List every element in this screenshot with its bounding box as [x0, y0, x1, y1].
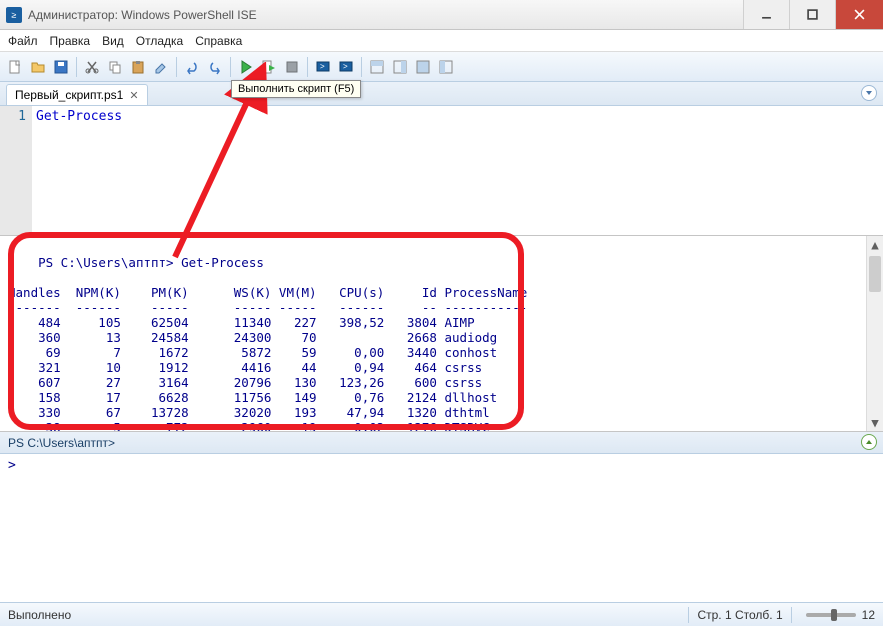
tab-label: Первый_скрипт.ps1	[15, 88, 123, 102]
show-command-addon-button[interactable]	[435, 56, 457, 78]
prompt-header: PS C:\Users\аптпт>	[0, 432, 883, 454]
show-script-pane-top-button[interactable]	[366, 56, 388, 78]
output-pane[interactable]: PS C:\Users\аптпт> Get-Process Handles N…	[0, 236, 883, 432]
line-gutter: 1	[0, 106, 32, 235]
zoom-value: 12	[862, 608, 875, 622]
menu-view[interactable]: Вид	[102, 34, 124, 48]
menu-debug[interactable]: Отладка	[136, 34, 183, 48]
script-tab[interactable]: Первый_скрипт.ps1 ✕	[6, 84, 148, 105]
redo-button[interactable]	[204, 56, 226, 78]
svg-text:>: >	[320, 62, 325, 71]
run-script-button[interactable]: Выполнить скрипт (F5)	[235, 56, 257, 78]
paste-button[interactable]	[127, 56, 149, 78]
scroll-thumb[interactable]	[869, 256, 881, 292]
run-selection-button[interactable]	[258, 56, 280, 78]
save-button[interactable]	[50, 56, 72, 78]
script-editor[interactable]: 1 Get-Process	[0, 106, 883, 236]
code-area[interactable]: Get-Process	[32, 106, 883, 235]
window-maximize-button[interactable]	[789, 0, 835, 29]
show-script-pane-max-button[interactable]	[412, 56, 434, 78]
status-state: Выполнено	[8, 608, 680, 622]
zoom-slider[interactable]	[806, 613, 856, 617]
status-bar: Выполнено Стр. 1 Столб. 1 12	[0, 602, 883, 626]
new-remote-tab-button[interactable]: >	[312, 56, 334, 78]
copy-button[interactable]	[104, 56, 126, 78]
stop-button[interactable]	[281, 56, 303, 78]
scroll-down-arrow[interactable]: ▼	[867, 414, 883, 431]
window-titlebar: ≥ Администратор: Windows PowerShell ISE	[0, 0, 883, 30]
clear-output-button[interactable]	[150, 56, 172, 78]
scroll-up-arrow[interactable]: ▲	[867, 236, 883, 253]
undo-button[interactable]	[181, 56, 203, 78]
console-input[interactable]: >	[0, 454, 883, 592]
window-close-button[interactable]	[835, 0, 883, 29]
run-tooltip: Выполнить скрипт (F5)	[231, 80, 361, 98]
menu-bar: Файл Правка Вид Отладка Справка	[0, 30, 883, 52]
status-position: Стр. 1 Столб. 1	[697, 608, 782, 622]
menu-file[interactable]: Файл	[8, 34, 38, 48]
app-icon: ≥	[6, 7, 22, 23]
window-title: Администратор: Windows PowerShell ISE	[28, 8, 743, 22]
collapse-script-pane-button[interactable]	[861, 85, 877, 101]
cut-button[interactable]	[81, 56, 103, 78]
prompt-path: PS C:\Users\аптпт>	[8, 436, 115, 450]
script-tab-strip: Первый_скрипт.ps1 ✕	[0, 82, 883, 106]
output-scrollbar[interactable]: ▲ ▼	[866, 236, 883, 431]
new-file-button[interactable]	[4, 56, 26, 78]
window-minimize-button[interactable]	[743, 0, 789, 29]
menu-help[interactable]: Справка	[195, 34, 242, 48]
svg-text:>: >	[343, 62, 348, 71]
show-script-pane-right-button[interactable]	[389, 56, 411, 78]
output-text: PS C:\Users\аптпт> Get-Process Handles N…	[8, 255, 527, 432]
open-file-button[interactable]	[27, 56, 49, 78]
collapse-console-button[interactable]	[861, 434, 877, 450]
toolbar: Выполнить скрипт (F5) > >	[0, 52, 883, 82]
tab-close-button[interactable]: ✕	[129, 89, 138, 102]
start-powershell-button[interactable]: >	[335, 56, 357, 78]
menu-edit[interactable]: Правка	[50, 34, 91, 48]
console-caret: >	[8, 458, 16, 473]
